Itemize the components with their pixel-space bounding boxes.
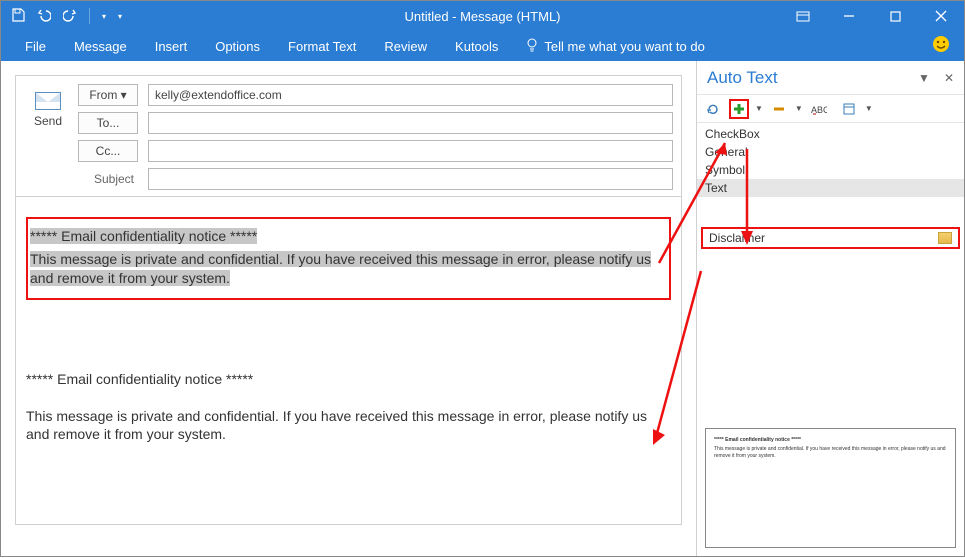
remove-icon[interactable] [769, 99, 789, 119]
ribbon-display-icon[interactable] [780, 1, 826, 31]
separator [89, 8, 90, 24]
category-text[interactable]: Text [697, 179, 964, 197]
tab-review[interactable]: Review [372, 35, 439, 58]
tell-me-label: Tell me what you want to do [544, 39, 704, 54]
notice-text-plain: This message is private and confidential… [26, 407, 671, 445]
tab-options[interactable]: Options [203, 35, 272, 58]
notice-title-selected: ***** Email confidentiality notice ***** [30, 228, 257, 244]
to-button[interactable]: To... [78, 112, 138, 134]
panel-toolbar: ▼ ▼ ABC ▼ [697, 95, 964, 123]
subject-field[interactable] [148, 168, 673, 190]
category-list: CheckBox General Symbol Text [697, 123, 964, 199]
send-button[interactable]: Send [23, 83, 73, 137]
manage-dropdown[interactable]: ▼ [865, 104, 873, 113]
panel-options-icon[interactable]: ▼ [918, 71, 930, 85]
entry-icon [938, 232, 952, 244]
maximize-button[interactable] [872, 1, 918, 31]
window-controls [780, 1, 964, 31]
from-field[interactable] [148, 84, 673, 106]
tell-me-search[interactable]: Tell me what you want to do [514, 34, 716, 59]
close-button[interactable] [918, 1, 964, 31]
preview-title: ***** Email confidentiality notice ***** [714, 437, 947, 444]
ribbon-tabs: File Message Insert Options Format Text … [1, 31, 964, 61]
notice-text-selected: This message is private and confidential… [30, 251, 651, 286]
selected-text-block: ***** Email confidentiality notice *****… [26, 217, 671, 300]
category-symbol[interactable]: Symbol [697, 161, 964, 179]
category-checkbox[interactable]: CheckBox [697, 125, 964, 143]
window-title: Untitled - Message (HTML) [404, 9, 560, 24]
refresh-icon[interactable] [703, 99, 723, 119]
tab-message[interactable]: Message [62, 35, 139, 58]
tab-insert[interactable]: Insert [143, 35, 200, 58]
plain-text-block: ***** Email confidentiality notice *****… [26, 370, 671, 445]
to-field[interactable] [148, 112, 673, 134]
manage-icon[interactable] [839, 99, 859, 119]
preview-box: ***** Email confidentiality notice *****… [705, 428, 956, 548]
message-body[interactable]: ***** Email confidentiality notice *****… [15, 197, 682, 525]
send-label: Send [34, 114, 62, 128]
panel-header: Auto Text ▼ ✕ [697, 61, 964, 95]
tab-format-text[interactable]: Format Text [276, 35, 368, 58]
save-icon[interactable] [11, 8, 25, 25]
preview-text: This message is private and confidential… [714, 446, 947, 460]
remove-dropdown[interactable]: ▼ [795, 104, 803, 113]
lightbulb-icon [526, 38, 538, 55]
panel-close-icon[interactable]: ✕ [944, 71, 954, 85]
tab-kutools[interactable]: Kutools [443, 35, 510, 58]
tab-file[interactable]: File [13, 35, 58, 58]
autotext-panel: Auto Text ▼ ✕ ▼ ▼ ABC ▼ [696, 61, 964, 556]
cc-button[interactable]: Cc... [78, 140, 138, 162]
undo-icon[interactable] [37, 8, 51, 25]
notice-title-plain: ***** Email confidentiality notice ***** [26, 370, 671, 389]
title-bar: ▾ ▾ Untitled - Message (HTML) [1, 1, 964, 31]
qat-dropdown-2[interactable]: ▾ [118, 12, 122, 21]
compose-pane: Send From ▾ To... Cc... Subject ***** Em… [1, 61, 696, 556]
subject-label: Subject [78, 172, 138, 186]
spellcheck-icon[interactable]: ABC [809, 99, 829, 119]
content-area: Send From ▾ To... Cc... Subject ***** Em… [1, 61, 964, 556]
minimize-button[interactable] [826, 1, 872, 31]
panel-title: Auto Text [707, 68, 778, 88]
redo-icon[interactable] [63, 8, 77, 25]
add-dropdown[interactable]: ▼ [755, 104, 763, 113]
quick-access-toolbar: ▾ ▾ [1, 8, 122, 25]
cc-field[interactable] [148, 140, 673, 162]
add-button[interactable] [729, 99, 749, 119]
feedback-smile-icon[interactable] [932, 35, 950, 58]
category-general[interactable]: General [697, 143, 964, 161]
qat-dropdown-1[interactable]: ▾ [102, 12, 106, 21]
header-fields: Send From ▾ To... Cc... Subject [15, 75, 682, 197]
entry-label: Disclaimer [709, 231, 765, 245]
entry-list: Disclaimer [697, 199, 964, 420]
envelope-icon [35, 92, 61, 110]
entry-disclaimer[interactable]: Disclaimer [701, 227, 960, 249]
from-button[interactable]: From ▾ [78, 84, 138, 106]
